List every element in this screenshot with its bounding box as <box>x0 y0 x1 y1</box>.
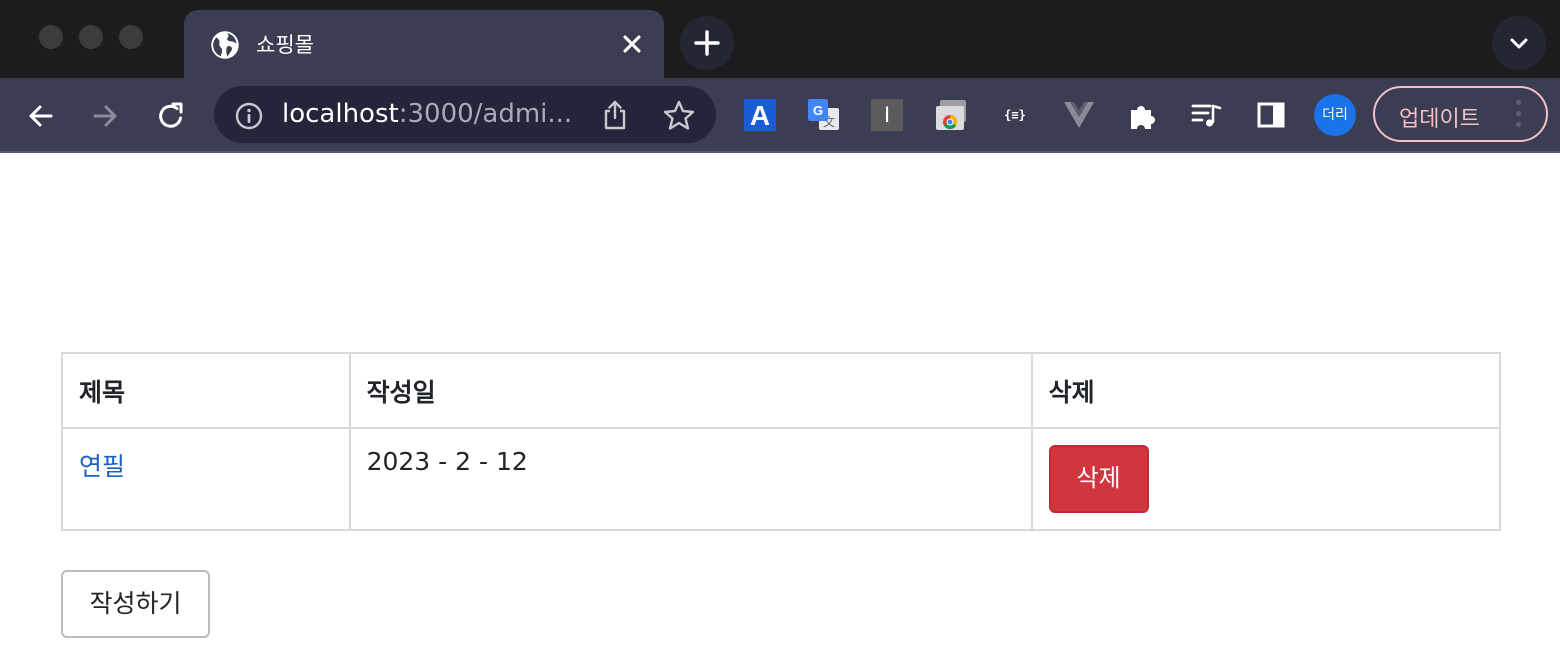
url-host: localhost <box>282 99 399 129</box>
chevron-down-icon <box>1510 38 1528 49</box>
header-delete: 삭제 <box>1030 352 1502 429</box>
info-icon[interactable] <box>234 101 264 131</box>
globe-icon <box>211 31 239 59</box>
header-title: 제목 <box>61 352 351 429</box>
table-header-row: 제목 작성일 삭제 <box>61 352 1502 429</box>
active-tab[interactable]: 쇼핑몰 <box>184 10 664 78</box>
chrome-cast-icon[interactable] <box>934 98 968 132</box>
url-path: :3000/admi... <box>398 99 573 129</box>
new-tab-button[interactable] <box>680 16 734 70</box>
vue-devtools-icon[interactable] <box>1062 98 1096 132</box>
post-title-link[interactable]: 연필 <box>79 452 125 481</box>
reading-list-icon[interactable] <box>1190 98 1224 132</box>
cell-date: 2023 - 2 - 12 <box>348 427 1033 531</box>
kebab-menu-icon[interactable] <box>1515 100 1523 132</box>
browser-toolbar: localhost:3000/admi... A 文 G I {≡} 더리 업데… <box>0 78 1560 151</box>
cell-title: 연필 <box>61 427 351 531</box>
write-button[interactable]: 작성하기 <box>61 570 210 638</box>
zoom-window-button[interactable] <box>119 25 143 49</box>
tab-title: 쇼핑몰 <box>256 33 314 57</box>
share-icon[interactable] <box>600 99 630 131</box>
table-row: 연필 2023 - 2 - 12 삭제 <box>61 427 1502 531</box>
reload-icon[interactable] <box>151 96 191 136</box>
minimize-window-button[interactable] <box>79 25 103 49</box>
update-label: 업데이트 <box>1399 107 1480 132</box>
tab-search-button[interactable] <box>1492 16 1546 70</box>
cell-delete: 삭제 <box>1030 427 1502 531</box>
close-window-button[interactable] <box>39 25 63 49</box>
forward-arrow-icon[interactable] <box>85 96 125 136</box>
profile-avatar[interactable]: 더리 <box>1314 94 1356 136</box>
google-translate-icon[interactable]: 文 G <box>807 98 841 132</box>
json-formatter-icon[interactable]: {≡} <box>998 98 1032 132</box>
side-panel-icon[interactable] <box>1254 98 1288 132</box>
address-bar[interactable]: localhost:3000/admi... <box>214 86 716 143</box>
plus-icon <box>694 30 720 56</box>
tab-strip: 쇼핑몰 <box>0 0 1560 78</box>
post-date: 2023 - 2 - 12 <box>366 447 528 476</box>
toolbar-divider <box>0 151 1560 153</box>
i-extension-icon[interactable]: I <box>871 99 903 131</box>
puzzle-icon[interactable] <box>1127 98 1161 132</box>
update-button[interactable]: 업데이트 <box>1373 86 1548 142</box>
url-text[interactable]: localhost:3000/admi... <box>282 99 572 129</box>
a-extension-icon[interactable]: A <box>744 99 776 131</box>
back-arrow-icon[interactable] <box>21 96 61 136</box>
header-date: 작성일 <box>348 352 1033 429</box>
bookmark-star-icon[interactable] <box>662 99 696 131</box>
close-tab-icon[interactable] <box>618 30 646 58</box>
post-table: 제목 작성일 삭제 연필 2023 - 2 - 12 삭제 <box>61 352 1502 531</box>
delete-button[interactable]: 삭제 <box>1048 445 1149 513</box>
svg-text:G: G <box>813 103 823 118</box>
